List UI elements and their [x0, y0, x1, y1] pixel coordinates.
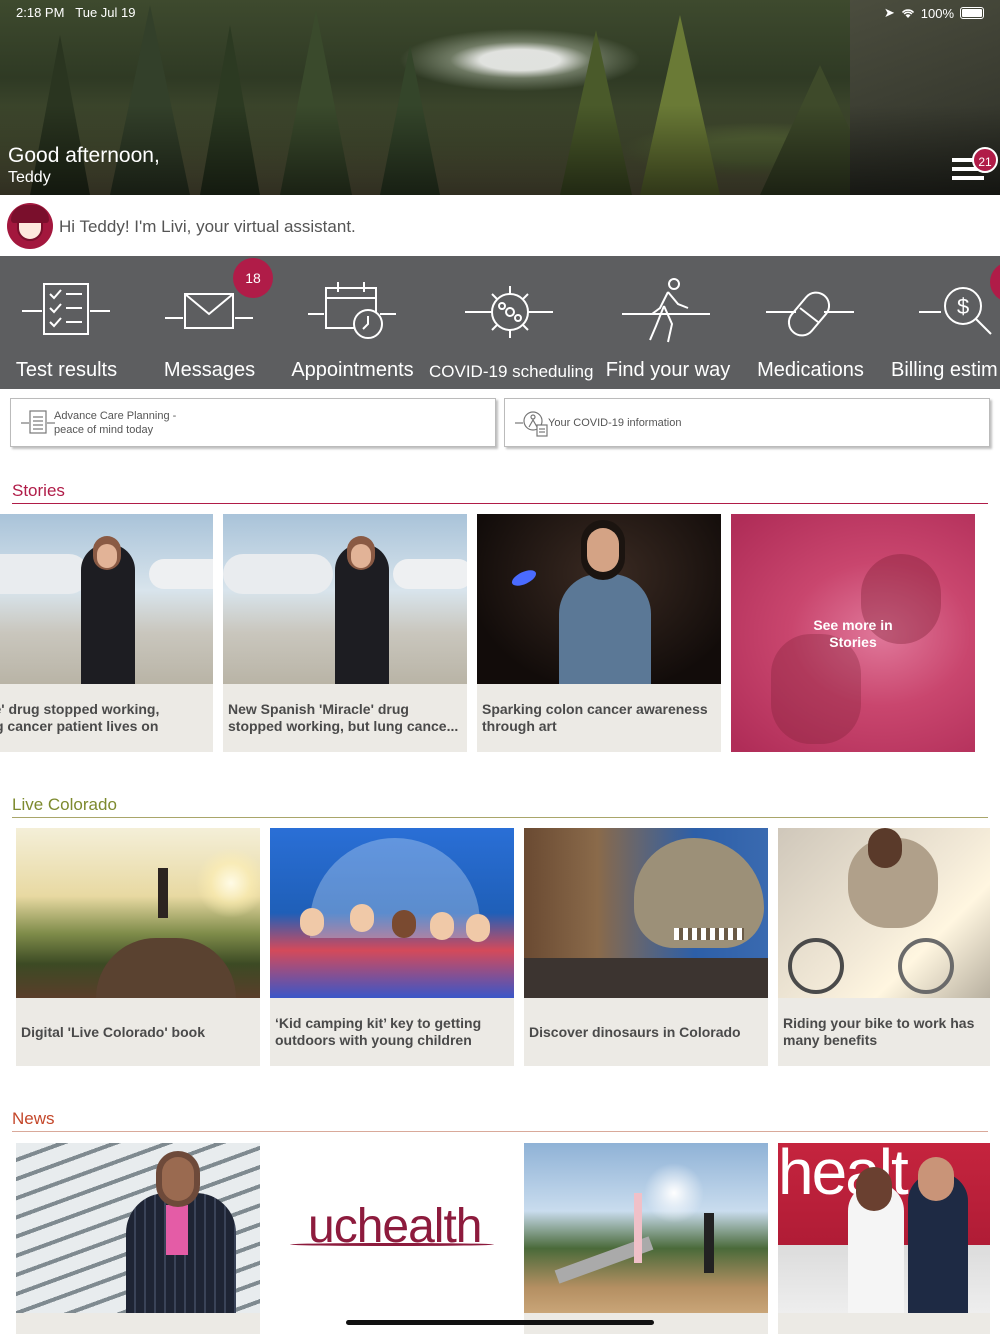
live-colorado-caption: Riding your bike to work has many benefit…: [783, 1015, 975, 1048]
assistant-avatar: [7, 203, 53, 249]
news-image: uchealth: [270, 1143, 514, 1313]
messages-badge: 18: [233, 258, 273, 298]
covid-info-button[interactable]: Your COVID-19 information: [504, 398, 990, 447]
find-your-way-button[interactable]: Find your way: [600, 256, 736, 389]
test-results-label: Test results: [15, 359, 118, 381]
news-card[interactable]: healt: [778, 1143, 990, 1334]
story-card[interactable]: New Spanish 'Miracle' drug stopped workin…: [223, 514, 467, 752]
advance-care-planning-button[interactable]: Advance Care Planning - peace of mind to…: [10, 398, 496, 447]
quick-actions-bar: Test results Messages Appointments COVID…: [0, 256, 1000, 389]
news-divider: [12, 1131, 988, 1132]
story-image: [477, 514, 721, 684]
story-card[interactable]: acle' drug stopped working,lung cancer p…: [0, 514, 213, 752]
live-colorado-image: [270, 828, 514, 998]
live-colorado-card[interactable]: Riding your bike to work has many benefit…: [778, 828, 990, 1066]
location-icon: ➤: [883, 5, 895, 20]
live-colorado-caption: ‘Kid camping kit’ key to getting outdoors…: [275, 1015, 482, 1048]
battery-percent: 100%: [920, 5, 954, 21]
checklist-icon: [22, 283, 110, 335]
advance-care-line1: Advance Care Planning -: [54, 410, 177, 422]
messages-label: Messages: [163, 359, 256, 381]
home-screen: { "status_bar": { "time": "2:18 PM", "da…: [0, 0, 1000, 1334]
live-colorado-image: [524, 828, 768, 998]
live-colorado-image: [16, 828, 260, 998]
live-colorado-caption: Discover dinosaurs in Colorado: [529, 1024, 741, 1040]
live-colorado-header: Live Colorado: [12, 795, 117, 814]
live-colorado-card[interactable]: Digital 'Live Colorado' book: [16, 828, 260, 1066]
covid-info-label: Your COVID-19 information: [548, 417, 682, 429]
user-name: Teddy: [8, 169, 51, 186]
news-image: [16, 1143, 260, 1313]
status-time: 2:18 PM Tue Jul 19: [16, 5, 136, 20]
live-colorado-divider: [12, 817, 988, 818]
billing-estimate-button[interactable]: $ Billing estim: [887, 256, 1000, 389]
appointments-button[interactable]: Appointments: [286, 256, 419, 389]
see-more-stories-card[interactable]: See more in Stories: [731, 514, 975, 752]
live-colorado-image: [778, 828, 990, 998]
advance-care-line2: peace of mind today: [54, 424, 154, 436]
billing-estimate-label: Billing estim: [891, 359, 998, 381]
pill-icon: [766, 291, 854, 337]
stories-divider: [12, 503, 988, 504]
story-caption: acle' drug stopped working,lung cancer p…: [0, 701, 160, 734]
live-colorado-card[interactable]: Discover dinosaurs in Colorado: [524, 828, 768, 1066]
news-image: [524, 1143, 768, 1313]
assistant-message: Hi Teddy! I'm Livi, your virtual assista…: [59, 217, 356, 236]
covid-scheduling-label: COVID-19 scheduling: [429, 362, 594, 381]
notification-badge: 21: [972, 147, 998, 173]
appointments-label: Appointments: [291, 359, 414, 381]
virtual-assistant-bar[interactable]: Hi Teddy! I'm Livi, your virtual assista…: [0, 195, 1000, 256]
calendar-clock-icon: [308, 282, 396, 339]
document-list-icon: [21, 410, 55, 434]
home-indicator[interactable]: [346, 1320, 654, 1325]
news-image: healt: [778, 1143, 990, 1313]
hero-banner: 2:18 PM Tue Jul 19 ➤ 100% Good afternoon…: [0, 0, 1000, 195]
find-your-way-label: Find your way: [605, 359, 731, 381]
news-card[interactable]: uchealth: [270, 1143, 514, 1334]
person-document-icon: [515, 411, 548, 437]
see-more-label: See more in Stories: [813, 617, 893, 650]
story-caption: Sparking colon cancer awareness through a…: [482, 701, 708, 734]
story-card[interactable]: Sparking colon cancer awareness through a…: [477, 514, 721, 752]
live-colorado-card[interactable]: ‘Kid camping kit’ key to getting outdoors…: [270, 828, 514, 1066]
svg-text:$: $: [957, 294, 969, 319]
medications-label: Medications: [757, 359, 864, 381]
greeting: Good afternoon,: [8, 144, 160, 167]
virus-icon: [465, 286, 553, 338]
walking-person-icon: [622, 278, 710, 343]
live-colorado-caption: Digital 'Live Colorado' book: [21, 1024, 206, 1040]
story-image: [0, 514, 213, 684]
test-results-button[interactable]: Test results: [0, 256, 133, 389]
battery-icon: [960, 7, 984, 19]
news-card[interactable]: [524, 1143, 768, 1334]
story-image: [223, 514, 467, 684]
story-caption: New Spanish 'Miracle' drug stopped workin…: [228, 701, 459, 734]
wifi-icon: [901, 8, 914, 18]
stories-header: Stories: [12, 481, 65, 500]
dollar-search-icon: $: [919, 287, 992, 335]
status-bar: 2:18 PM Tue Jul 19 ➤ 100%: [16, 5, 984, 21]
medications-button[interactable]: Medications: [744, 256, 877, 389]
news-header: News: [12, 1109, 55, 1128]
news-card[interactable]: [16, 1143, 260, 1334]
covid-scheduling-button[interactable]: COVID-19 scheduling: [429, 256, 594, 389]
